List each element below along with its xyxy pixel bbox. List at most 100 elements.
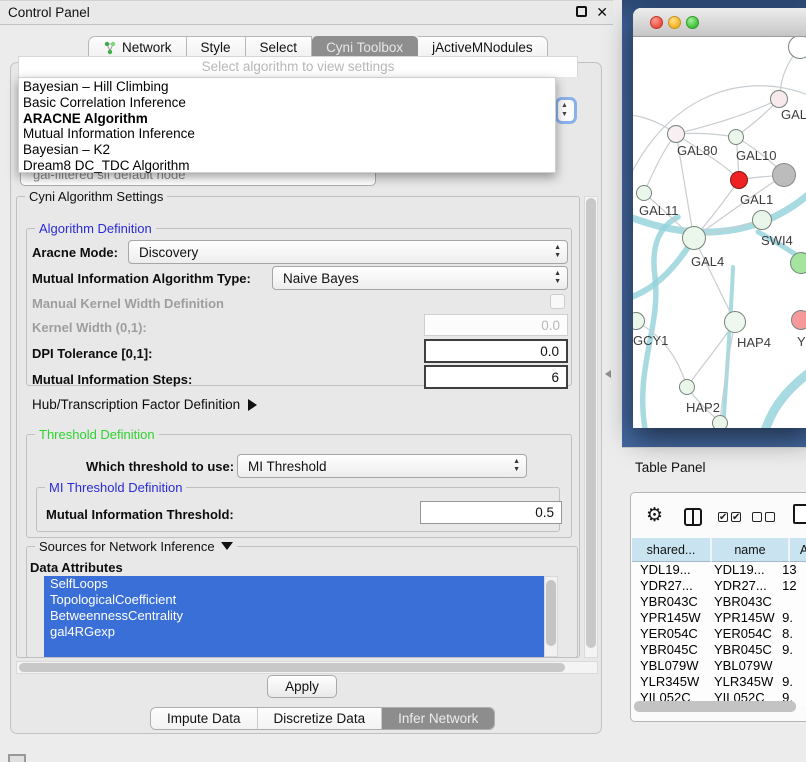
float-panel-icon[interactable] [576, 6, 587, 17]
network-node-gal[interactable] [770, 90, 788, 108]
algorithm-dropdown-item[interactable]: Basic Correlation Inference [19, 95, 555, 111]
network-node-label: SWI4 [761, 233, 793, 248]
which-threshold-select[interactable]: MI Threshold ▲▼ [237, 454, 527, 478]
tab-label: Impute Data [167, 711, 241, 726]
table-row[interactable]: YER054CYER054C8. [632, 626, 806, 642]
column-header-partial[interactable]: A [790, 538, 806, 562]
kernel-width-field[interactable]: 0.0 [424, 314, 568, 336]
table-row[interactable]: YPR145WYPR145W9. [632, 610, 806, 626]
network-node-y[interactable] [791, 310, 806, 330]
network-node-label: GAL10 [736, 148, 776, 163]
cyni-mode-tabs: Impute Data Discretize Data Infer Networ… [150, 707, 495, 730]
tab-label: Cyni Toolbox [326, 40, 403, 55]
table-cell: YDL19... [706, 562, 778, 578]
attributes-scrollbar-thumb[interactable] [546, 580, 556, 646]
settings-hscrollbar-thumb[interactable] [19, 663, 565, 672]
network-node-gal1[interactable] [730, 171, 748, 189]
network-window-titlebar[interactable] [633, 8, 806, 37]
collapse-down-icon [221, 542, 233, 550]
table-hscrollbar-thumb[interactable] [634, 701, 796, 712]
dpi-tolerance-value: 0.0 [540, 344, 559, 359]
close-traffic-light-icon[interactable] [650, 16, 663, 29]
minimized-panel-icon[interactable] [8, 754, 26, 762]
table-panel-title: Table Panel [635, 460, 706, 475]
algorithm-dropdown-item[interactable]: ARACNE Algorithm [19, 111, 555, 127]
table-row[interactable]: YBR043CYBR043C [632, 594, 806, 610]
table-row[interactable]: YLR345WYLR345W9. [632, 674, 806, 690]
settings-vscrollbar-thumb[interactable] [586, 198, 596, 648]
columns-icon[interactable] [684, 508, 702, 526]
unchecked-checkbox-icon[interactable] [752, 512, 762, 522]
network-node-gal80[interactable] [667, 125, 685, 143]
table-cell: 9. [778, 674, 806, 690]
manual-kernel-width-label: Manual Kernel Width Definition [32, 296, 224, 311]
file-icon[interactable] [793, 504, 806, 524]
network-node[interactable] [790, 252, 806, 274]
mi-threshold-field[interactable]: 0.5 [420, 501, 562, 524]
mi-steps-label: Mutual Information Steps: [32, 372, 192, 387]
checked-checkbox-icon[interactable]: ✔ [718, 512, 728, 522]
network-node-gal11[interactable] [636, 185, 652, 201]
minimize-traffic-light-icon[interactable] [668, 16, 681, 29]
tab-infer-network[interactable]: Infer Network [382, 708, 494, 729]
network-node-gal4[interactable] [682, 226, 706, 250]
column-header-shared[interactable]: shared... [632, 538, 712, 562]
algorithm-dropdown-item[interactable]: Dream8 DC_TDC Algorithm [19, 158, 555, 174]
aracne-mode-select[interactable]: Discovery ▲▼ [128, 240, 568, 264]
algorithm-dropdown-item[interactable]: Bayesian – K2 [19, 142, 555, 158]
table-header: shared... name A [632, 538, 806, 562]
sources-group-title[interactable]: Sources for Network Inference [35, 539, 237, 554]
manual-kernel-width-checkbox[interactable] [550, 294, 565, 309]
network-canvas[interactable]: GALGAL80GAL10GAL1GAL11GAL4SWI4GCY1HAP4YH… [633, 37, 806, 428]
network-node-label: GCY1 [633, 333, 668, 348]
data-attribute-item[interactable]: TopologicalCoefficient [44, 592, 544, 608]
checked-checkbox-icon[interactable]: ✔ [731, 512, 741, 522]
algorithm-dropdown-item[interactable]: Bayesian – Hill Climbing [19, 79, 555, 95]
data-attribute-item[interactable]: SelfLoops [44, 576, 544, 592]
table-cell: YDL19... [632, 562, 706, 578]
table-cell: YLR345W [632, 674, 706, 690]
algorithm-dropdown-item[interactable]: Mutual Information Inference [19, 126, 555, 142]
hub-definition-toggle[interactable]: Hub/Transcription Factor Definition [32, 397, 257, 412]
network-node[interactable] [712, 415, 728, 428]
network-node-hap4[interactable] [724, 311, 746, 333]
network-node-swi4[interactable] [752, 210, 772, 230]
splitpane-collapse-handle[interactable] [605, 370, 611, 378]
stepper-arrows-icon: ▲▼ [554, 244, 561, 260]
data-attribute-item[interactable]: BetweennessCentrality [44, 608, 544, 624]
table-cell: 12 [778, 578, 806, 594]
network-node-label: GAL1 [740, 192, 773, 207]
column-header-name[interactable]: name [712, 538, 790, 562]
data-attributes-label: Data Attributes [30, 560, 123, 575]
table-cell: YLR345W [706, 674, 778, 690]
unchecked-checkbox-icon[interactable] [765, 512, 775, 522]
hidden-combo-focus-fragment: ▲▼ [555, 97, 577, 124]
table-cell [778, 594, 806, 610]
zoom-traffic-light-icon[interactable] [686, 16, 699, 29]
table-cell: YBR043C [706, 594, 778, 610]
network-node-gal10[interactable] [728, 129, 744, 145]
expand-right-icon [248, 399, 257, 411]
apply-button[interactable]: Apply [267, 675, 337, 698]
close-icon[interactable]: ✕ [596, 4, 608, 21]
table-row[interactable]: YBL079WYBL079W [632, 658, 806, 674]
table-row[interactable]: YDR27...YDR27...12 [632, 578, 806, 594]
tab-impute-data[interactable]: Impute Data [151, 708, 258, 729]
mi-steps-field[interactable]: 6 [424, 365, 568, 389]
table-cell: YER054C [632, 626, 706, 642]
network-node-label: GAL80 [677, 143, 717, 158]
table-row[interactable]: YBR045CYBR045C9. [632, 642, 806, 658]
dpi-tolerance-field[interactable]: 0.0 [424, 339, 568, 363]
stepper-arrows-icon: ▲▼ [554, 270, 561, 286]
network-view-window[interactable]: GALGAL80GAL10GAL1GAL11GAL4SWI4GCY1HAP4YH… [633, 8, 806, 428]
table-row[interactable]: YDL19...YDL19...13 [632, 562, 806, 578]
data-attributes-list[interactable]: SelfLoopsTopologicalCoefficientBetweenne… [44, 576, 544, 657]
network-node[interactable] [772, 163, 796, 187]
tab-discretize-data[interactable]: Discretize Data [258, 708, 383, 729]
mi-algorithm-type-select[interactable]: Naive Bayes ▲▼ [272, 266, 568, 290]
network-node-hap2[interactable] [679, 379, 695, 395]
data-attribute-item[interactable]: gal4RGexp [44, 624, 544, 640]
tab-label: Network [122, 40, 172, 55]
algorithm-select-hint[interactable]: Select algorithm to view settings [18, 56, 578, 77]
gear-icon[interactable]: ⚙ [646, 504, 663, 527]
